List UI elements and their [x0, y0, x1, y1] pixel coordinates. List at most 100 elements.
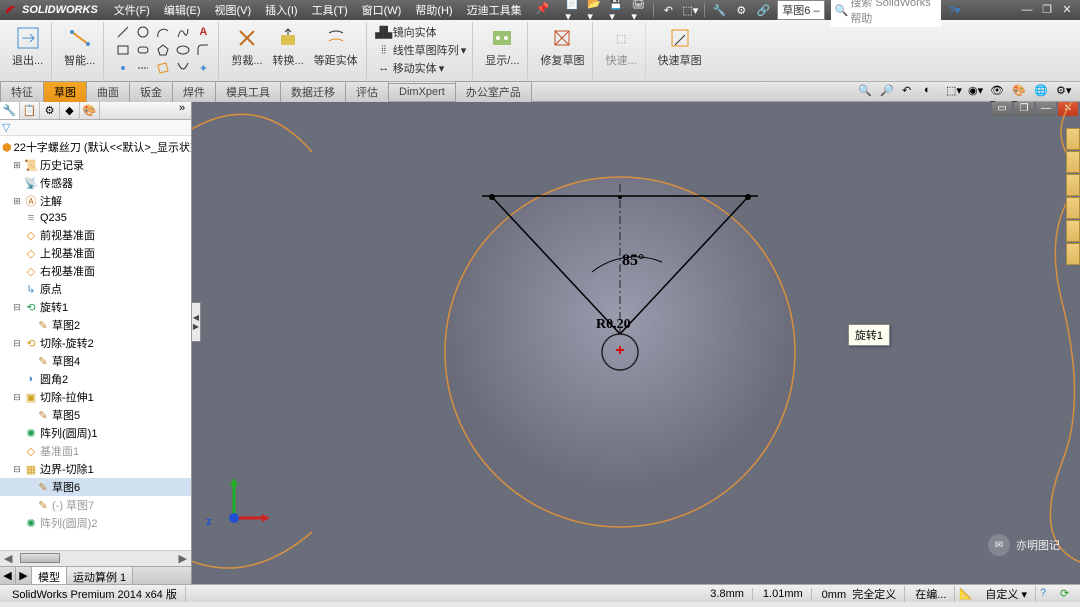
plane-icon[interactable] — [154, 60, 172, 76]
tree-item[interactable]: ✎草图6 — [0, 478, 191, 496]
tree-item[interactable]: ✎草图4 — [0, 352, 191, 370]
tp-file-explorer-icon[interactable] — [1066, 174, 1080, 196]
tree-item[interactable]: ≡Q235 — [0, 210, 191, 226]
status-unit-icon[interactable]: 📐 — [959, 587, 973, 601]
text-icon[interactable]: A — [194, 24, 212, 40]
feature-tree-tab-icon[interactable]: 🔧 — [0, 102, 20, 119]
tree-item[interactable]: ◇前视基准面 — [0, 226, 191, 244]
tree-item[interactable]: ✺阵列(圆周)1 — [0, 424, 191, 442]
vt-motion[interactable]: 运动算例 1 — [67, 567, 133, 584]
menu-insert[interactable]: 插入(I) — [259, 0, 303, 20]
minimize-button[interactable]: — — [1018, 3, 1036, 17]
scene-icon[interactable]: 🎨▾ — [1012, 84, 1028, 100]
tree-filter[interactable]: ▽ — [0, 120, 191, 136]
pattern-button[interactable]: ⦙⦙线性草图阵列 ▾ — [377, 42, 467, 58]
menu-view[interactable]: 视图(V) — [209, 0, 258, 20]
tab-sketch[interactable]: 草图 — [43, 81, 87, 102]
menu-edit[interactable]: 编辑(E) — [158, 0, 207, 20]
repair-button[interactable]: 修复草图 — [538, 24, 586, 70]
tab-evaluate[interactable]: 评估 — [345, 81, 389, 102]
arc-icon[interactable] — [154, 24, 172, 40]
tab-data[interactable]: 数据迁移 — [280, 81, 346, 102]
menu-maidi[interactable]: 迈迪工具集 — [461, 0, 528, 20]
centerline-icon[interactable] — [134, 60, 152, 76]
apply-scene-icon[interactable]: 🌐 — [1034, 84, 1050, 100]
tree-item[interactable]: ⊟▦边界-切除1 — [0, 460, 191, 478]
qat-select-icon[interactable]: ⬚▾ — [682, 2, 698, 18]
scroll-thumb[interactable] — [20, 553, 60, 563]
radius-dimension[interactable]: R0.20 — [596, 317, 631, 333]
tree-root[interactable]: ⬢22十字螺丝刀 (默认<<默认>_显示状态 — [0, 138, 191, 156]
tree-item[interactable]: ⊞Ⓐ注解 — [0, 192, 191, 210]
menu-file[interactable]: 文件(F) — [108, 0, 156, 20]
tree-item[interactable]: ✺阵列(圆周)2 — [0, 514, 191, 532]
tab-mold[interactable]: 模具工具 — [215, 81, 281, 102]
quick-sketch-button[interactable]: 快速草图 — [656, 24, 704, 70]
tab-sheetmetal[interactable]: 钣金 — [129, 81, 173, 102]
feature-tree[interactable]: ⬢22十字螺丝刀 (默认<<默认>_显示状态 ⊞📜历史记录📡传感器⊞Ⓐ注解≡Q2… — [0, 136, 191, 550]
tp-view-palette-icon[interactable] — [1066, 197, 1080, 219]
menu-window[interactable]: 窗口(W) — [356, 0, 408, 20]
qat-save-icon[interactable]: 💾▾ — [609, 2, 625, 18]
tree-item[interactable]: ⊟⟲切除-旋转2 — [0, 334, 191, 352]
vt-model[interactable]: 模型 — [32, 567, 67, 584]
menu-tools[interactable]: 工具(T) — [306, 0, 354, 20]
qat-print-icon[interactable]: 🖨▾ — [631, 2, 647, 18]
parabola-icon[interactable] — [174, 60, 192, 76]
rect-icon[interactable] — [114, 42, 132, 58]
tp-appearances-icon[interactable] — [1066, 220, 1080, 242]
spline-icon[interactable] — [174, 24, 192, 40]
qat-link-icon[interactable]: 🔗 — [755, 2, 771, 18]
tree-item[interactable]: ◇基准面1 — [0, 442, 191, 460]
tab-features[interactable]: 特征 — [0, 81, 44, 102]
qat-rebuild-icon[interactable]: 🔧 — [711, 2, 727, 18]
convert-button[interactable]: 转换... — [271, 24, 306, 70]
ellipse-icon[interactable] — [174, 42, 192, 58]
tree-item[interactable]: ◇上视基准面 — [0, 244, 191, 262]
tree-item[interactable]: ⊟⟲旋转1 — [0, 298, 191, 316]
tab-surface[interactable]: 曲面 — [86, 81, 130, 102]
property-tab-icon[interactable]: 📋 — [20, 102, 40, 119]
feature-callout[interactable]: 旋转1 — [848, 324, 890, 346]
slot-icon[interactable] — [134, 42, 152, 58]
view-orient-icon[interactable]: ⬚▾ — [946, 84, 962, 100]
star-icon[interactable]: ✦ — [194, 60, 212, 76]
tree-item[interactable]: ✎草图5 — [0, 406, 191, 424]
vt-prev-icon[interactable]: ◀ — [0, 567, 16, 584]
status-help-icon[interactable]: ? — [1040, 587, 1054, 601]
qat-options-icon[interactable]: ⚙ — [733, 2, 749, 18]
help-search-input[interactable]: 🔍 搜索 SolidWorks 帮助 — [831, 0, 941, 27]
trim-button[interactable]: 剪裁... — [229, 24, 264, 70]
line-icon[interactable] — [114, 24, 132, 40]
display-tab-icon[interactable]: 🎨 — [80, 102, 100, 119]
tree-item[interactable]: ✎草图2 — [0, 316, 191, 334]
status-custom[interactable]: 自定义 ▾ — [977, 586, 1036, 602]
angle-dimension[interactable]: 85° — [622, 252, 644, 270]
document-name[interactable]: 草图6 – — [777, 0, 824, 20]
mirror-button[interactable]: ▟▙镜向实体 — [377, 24, 437, 40]
config-tab-icon[interactable]: ⚙ — [40, 102, 60, 119]
graphics-area[interactable]: ▭ ❐ — ✕ ◀▶ — [192, 102, 1080, 584]
status-rebuild-icon[interactable]: ⟳ — [1060, 587, 1074, 601]
menu-pin-icon[interactable]: 📌 — [530, 0, 556, 20]
hscroll[interactable]: ◀▶ — [0, 550, 191, 566]
zoom-fit-icon[interactable]: 🔍 — [858, 84, 874, 100]
qat-undo-icon[interactable]: ↶ — [660, 2, 676, 18]
vt-next-icon[interactable]: ▶ — [16, 567, 32, 584]
tree-item[interactable]: ↳原点 — [0, 280, 191, 298]
tab-weldment[interactable]: 焊件 — [172, 81, 216, 102]
zoom-area-icon[interactable]: 🔎 — [880, 84, 896, 100]
prev-view-icon[interactable]: ↶ — [902, 84, 918, 100]
tree-item[interactable]: 📡传感器 — [0, 174, 191, 192]
view-triad[interactable] — [212, 474, 272, 534]
exit-sketch-button[interactable]: 退出... — [10, 24, 45, 70]
hide-show-icon[interactable]: 👁▾ — [990, 84, 1006, 100]
smart-dim-button[interactable]: 智能... — [62, 24, 97, 70]
qat-new-icon[interactable]: 📄▾ — [565, 2, 581, 18]
panel-expand-icon[interactable]: » — [173, 102, 191, 119]
tree-item[interactable]: ✎(-) 草图7 — [0, 496, 191, 514]
circle-icon[interactable] — [134, 24, 152, 40]
view-settings-icon[interactable]: ⚙▾ — [1056, 84, 1072, 100]
dimxpert-tab-icon[interactable]: ◆ — [60, 102, 80, 119]
tp-resources-icon[interactable] — [1066, 128, 1080, 150]
